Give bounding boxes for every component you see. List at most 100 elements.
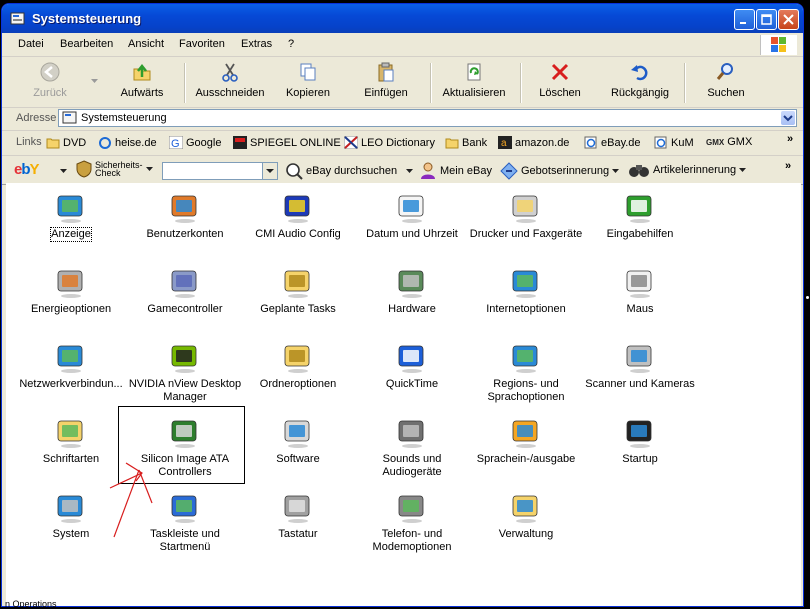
links-more-button[interactable]: » — [787, 133, 793, 145]
paste-button[interactable]: Einfügen — [356, 61, 416, 99]
ebay-more-button[interactable]: » — [785, 160, 791, 172]
paste-icon — [378, 62, 394, 82]
toolbar-separator — [520, 63, 522, 103]
up-button[interactable]: Aufwärts — [110, 61, 174, 99]
link-dvd-label: DVD — [63, 136, 87, 149]
maximize-button[interactable] — [756, 9, 777, 30]
bid-reminder-button[interactable]: Gebotserinnerung — [500, 162, 620, 180]
search-icon — [716, 63, 733, 80]
gmx-icon: GMX — [706, 137, 725, 147]
delete-button[interactable]: Löschen — [532, 61, 588, 99]
menu-bar: Datei Bearbeiten Ansicht Favoriten Extra… — [2, 33, 803, 57]
undo-button[interactable]: Rückgängig — [606, 61, 674, 99]
chevron-down-icon — [145, 166, 153, 171]
ebay-search-button[interactable]: eBay durchsuchen — [285, 162, 414, 180]
toolbar-separator — [184, 63, 186, 103]
address-dropdown-button[interactable] — [781, 111, 795, 125]
my-ebay-label: Mein eBay — [440, 165, 492, 177]
ie-page-icon — [584, 136, 597, 149]
copy-button[interactable]: Kopieren — [278, 61, 338, 99]
menu-datei[interactable]: Datei — [18, 38, 44, 50]
cursor-fragment — [806, 296, 809, 299]
chevron-down-icon[interactable] — [60, 169, 67, 174]
cut-label: Ausschneiden — [195, 87, 265, 99]
folder-icon — [445, 138, 459, 149]
leo-icon — [344, 136, 358, 149]
cut-button[interactable]: Ausschneiden — [192, 61, 268, 99]
address-label: Adresse — [16, 112, 57, 124]
chevron-down-icon — [266, 169, 274, 173]
link-dvd[interactable]: DVD — [46, 136, 86, 149]
item-reminder-label: Artikelerinnerung — [653, 164, 737, 176]
back-button[interactable]: Zurück — [20, 61, 80, 99]
menu-ansicht[interactable]: Ansicht — [128, 38, 164, 50]
background-text: n Operations — [5, 599, 57, 609]
link-kum-label: KuM — [671, 136, 694, 149]
links-bar: Links DVD heise.de G Google SPIEGEL ONLIN… — [2, 131, 803, 156]
amazon-icon: a — [498, 136, 512, 149]
control-panel-icon — [10, 12, 25, 25]
user-icon — [421, 162, 435, 179]
binoculars-icon — [629, 165, 649, 177]
ebay-search-input[interactable] — [162, 162, 278, 180]
menu-extras[interactable]: Extras — [241, 38, 272, 50]
link-bank-label: Bank — [462, 136, 488, 149]
chevron-down-icon — [406, 168, 414, 173]
link-heise-label: heise.de — [115, 136, 157, 149]
up-label: Aufwärts — [120, 87, 164, 99]
link-amazon-label: amazon.de — [515, 136, 570, 149]
title-bar[interactable]: Systemsteuerung — [2, 4, 803, 33]
undo-label: Rückgängig — [610, 87, 670, 99]
toolbar-separator — [684, 63, 686, 103]
magnifier-icon — [286, 163, 303, 180]
close-icon — [783, 14, 794, 25]
link-spiegel-label: SPIEGEL ONLINE — [250, 136, 341, 149]
scissors-icon — [222, 63, 238, 82]
spiegel-icon — [233, 136, 247, 149]
link-kum[interactable]: KuM — [654, 136, 694, 149]
link-bank[interactable]: Bank — [445, 136, 487, 149]
close-button[interactable] — [778, 9, 799, 30]
address-input[interactable]: Systemsteuerung — [58, 109, 797, 127]
my-ebay-button[interactable]: Mein eBay — [419, 162, 492, 180]
link-google[interactable]: G Google — [169, 136, 221, 149]
control-panel-icon — [62, 111, 77, 124]
control-panel-view: Anzeige Benutzerkonten CMI Audio Config Dat… — [6, 183, 801, 606]
link-amazon[interactable]: a amazon.de — [498, 136, 569, 149]
ebay-search-dropdown[interactable] — [262, 163, 277, 179]
link-gmx[interactable]: GMX GMX — [706, 136, 752, 148]
minimize-button[interactable] — [734, 9, 755, 30]
standard-toolbar: Zurück Aufwärts Ausschneiden Kopieren Ei… — [2, 57, 803, 108]
search-label: Suchen — [707, 87, 745, 99]
bid-reminder-label: Gebotserinnerung — [521, 165, 610, 177]
link-ebay-label: eBay.de — [601, 136, 641, 149]
address-bar: Adresse Systemsteuerung — [2, 108, 803, 131]
refresh-label: Aktualisieren — [442, 87, 506, 99]
search-button[interactable]: Suchen — [700, 61, 752, 99]
menu-favoriten[interactable]: Favoriten — [179, 38, 225, 50]
back-arrow-icon — [40, 62, 60, 82]
ie-page-icon — [654, 136, 667, 149]
maximize-icon — [761, 14, 772, 25]
links-label: Links — [16, 136, 42, 148]
ie-page-icon — [99, 137, 111, 149]
link-ebay[interactable]: eBay.de — [584, 136, 641, 149]
link-heise[interactable]: heise.de — [98, 136, 157, 149]
link-google-label: Google — [186, 136, 222, 149]
svg-text:G: G — [171, 138, 180, 149]
ebay-logo[interactable]: ebY — [14, 161, 40, 178]
refresh-button[interactable]: Aktualisieren — [438, 61, 510, 99]
google-icon: G — [169, 136, 183, 149]
chevron-down-icon[interactable] — [91, 79, 98, 84]
menu-bearbeiten[interactable]: Bearbeiten — [60, 38, 113, 50]
auction-hammer-icon — [500, 162, 518, 180]
link-spiegel[interactable]: SPIEGEL ONLINE — [233, 136, 341, 149]
link-leo[interactable]: LEO Dictionary — [344, 136, 435, 149]
chevron-down-icon — [739, 167, 747, 172]
menu-help[interactable]: ? — [288, 38, 294, 50]
minimize-icon — [740, 22, 746, 24]
chevron-down-icon — [783, 115, 793, 122]
security-check-button[interactable]: Sicherheits- Check — [76, 160, 153, 178]
explorer-window: Systemsteuerung Datei Bearbeiten Ansicht… — [1, 3, 804, 607]
item-reminder-button[interactable]: Artikelerinnerung — [628, 162, 747, 178]
